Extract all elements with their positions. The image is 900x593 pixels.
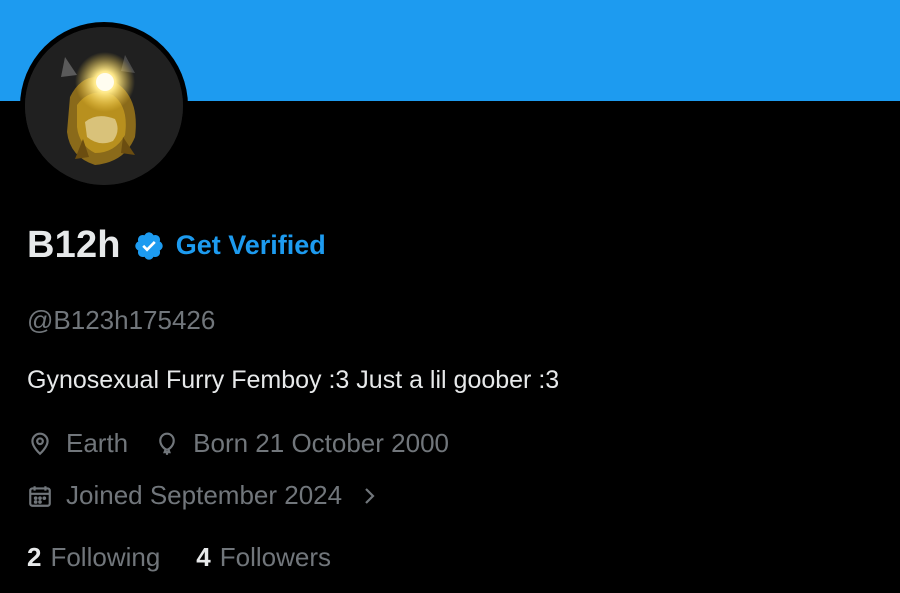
following-label: Following bbox=[50, 542, 161, 572]
location-text: Earth bbox=[66, 428, 129, 458]
avatar-image bbox=[25, 27, 183, 185]
get-verified-link[interactable]: Get Verified bbox=[176, 230, 326, 261]
follow-stats: 2 Following 4 Followers bbox=[27, 542, 331, 573]
name-row: B12h Get Verified bbox=[27, 224, 326, 267]
location-item: Earth bbox=[27, 428, 128, 459]
chevron-right-icon[interactable] bbox=[360, 483, 380, 509]
joined-text: Joined September 2024 bbox=[66, 480, 343, 510]
display-name: B12h bbox=[27, 224, 121, 266]
followers-label: Followers bbox=[219, 542, 332, 572]
joined-item[interactable]: Joined September 2024 bbox=[27, 480, 342, 511]
following-count: 2 bbox=[27, 542, 42, 572]
following-link[interactable]: 2 Following bbox=[27, 542, 160, 573]
profile-handle: @B123h175426 bbox=[27, 305, 216, 335]
profile-bio: Gynosexual Furry Femboy :3 Just a lil go… bbox=[27, 366, 560, 394]
avatar[interactable] bbox=[20, 22, 188, 190]
birthdate-item: Born 21 October 2000 bbox=[154, 428, 449, 459]
avatar-illustration bbox=[25, 27, 183, 185]
joined-row[interactable]: Joined September 2024 bbox=[27, 480, 380, 511]
profile-meta-row: Earth Born 21 October 2000 bbox=[27, 428, 449, 459]
calendar-icon bbox=[27, 483, 53, 509]
followers-count: 4 bbox=[196, 542, 211, 572]
balloon-icon bbox=[154, 431, 180, 457]
followers-link[interactable]: 4 Followers bbox=[196, 542, 331, 573]
verified-check-icon[interactable] bbox=[133, 230, 165, 262]
location-pin-icon bbox=[27, 431, 53, 457]
birthdate-text: Born 21 October 2000 bbox=[193, 428, 449, 458]
